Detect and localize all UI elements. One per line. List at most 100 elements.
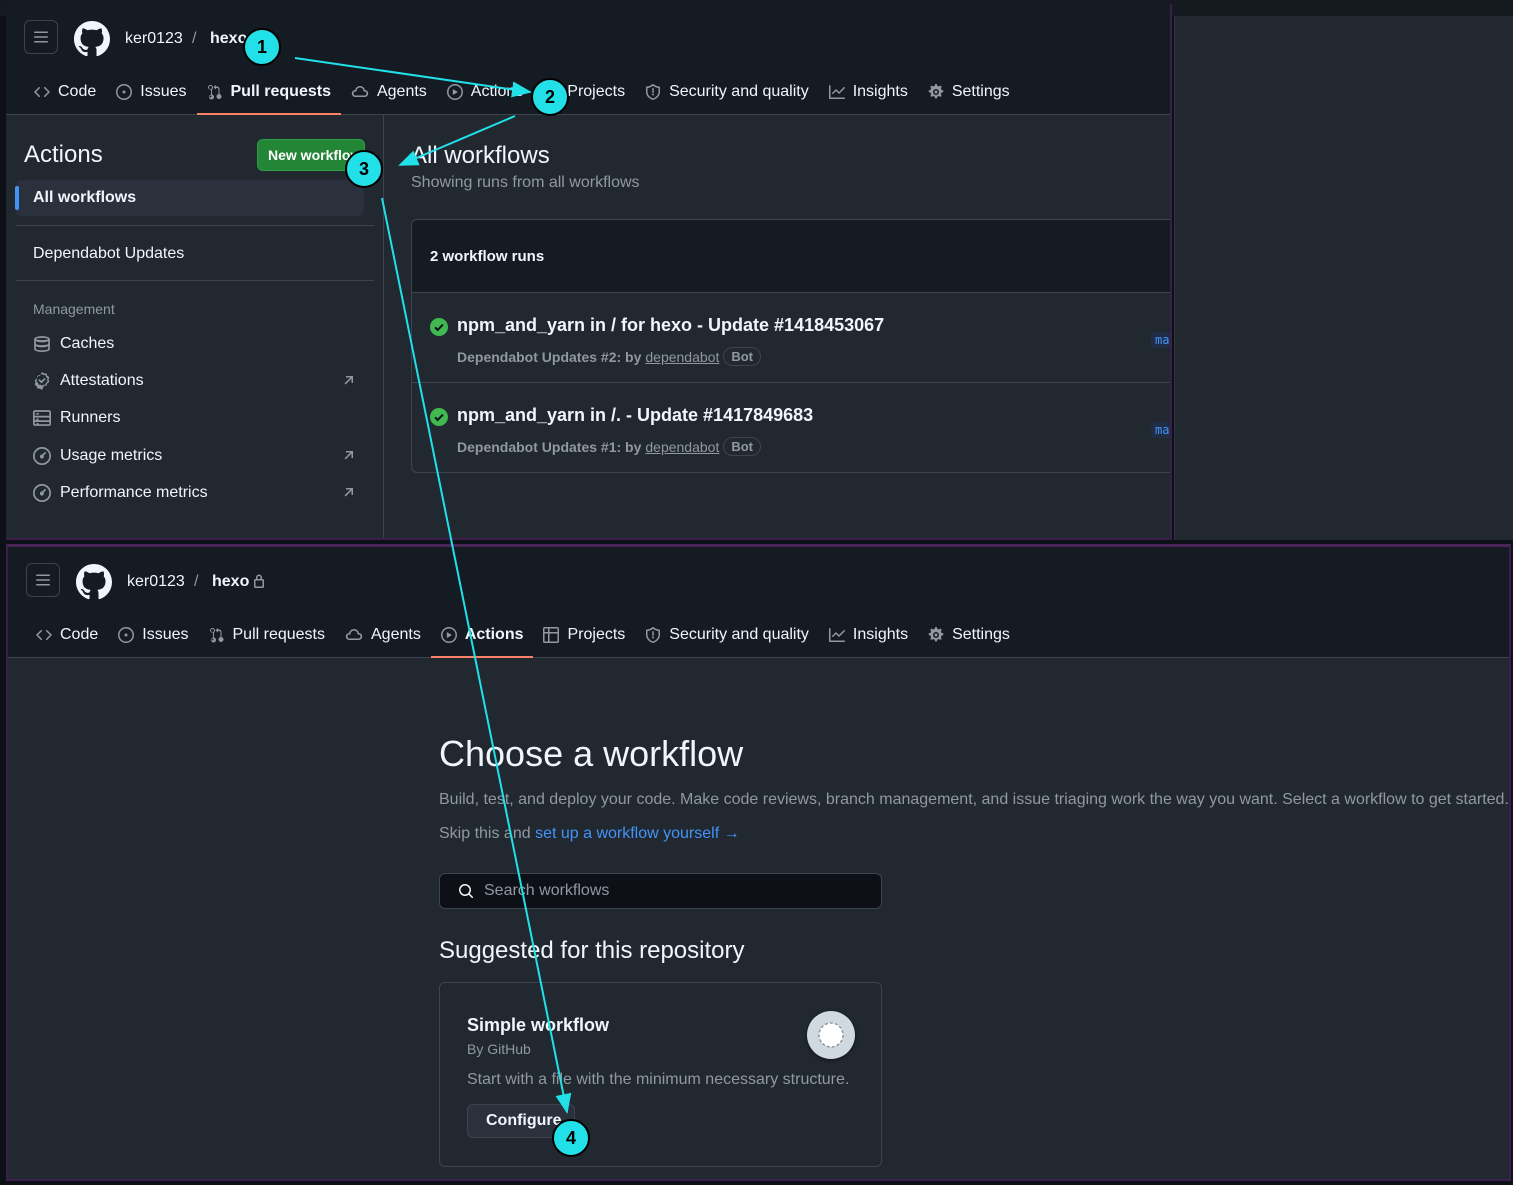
tab-settings[interactable]: Settings (918, 70, 1020, 114)
table-icon (543, 627, 560, 643)
tab-insights[interactable]: Insights (819, 613, 918, 657)
play-icon (440, 627, 457, 643)
tab-actions[interactable]: Actions (437, 70, 533, 114)
page-description: Build, test, and deploy your code. Make … (439, 791, 1509, 808)
tab-label: Settings (952, 626, 1010, 643)
table-row[interactable]: npm_and_yarn in /. - Update #1417849683 … (412, 384, 1170, 473)
tab-label: Security and quality (669, 83, 809, 100)
tab-pull-requests[interactable]: Pull requests (196, 70, 342, 115)
tab-label: Actions (470, 83, 524, 100)
tab-label: Agents (371, 626, 421, 643)
sidebar-title: Actions (24, 141, 103, 168)
shield-icon (646, 627, 661, 643)
workflow-card-description: Start with a file with the minimum neces… (467, 1071, 850, 1088)
search-input[interactable] (484, 882, 864, 900)
suggested-heading: Suggested for this repository (439, 937, 745, 964)
tab-label: Issues (140, 83, 187, 100)
owner-link[interactable]: ker0123 (125, 30, 183, 48)
search-icon (459, 884, 474, 899)
background-panel (1174, 16, 1513, 540)
tab-label: Code (58, 83, 97, 100)
skip-line: Skip this and set up a workflow yourself… (439, 825, 740, 843)
git-pull-request-icon (207, 85, 221, 100)
agent-icon (345, 629, 363, 641)
repo-link[interactable]: hexo (212, 573, 249, 591)
tab-projects[interactable]: Projects (533, 613, 635, 657)
branch-label[interactable]: ma (1151, 332, 1170, 348)
tab-label: Projects (567, 83, 626, 100)
sidebar-item-caches[interactable]: Caches (33, 329, 355, 359)
tab-security[interactable]: Security and quality (635, 613, 819, 657)
tab-issues[interactable]: Issues (106, 70, 196, 114)
sidebar-item-attestations[interactable]: Attestations (33, 366, 355, 396)
tab-label: Projects (567, 626, 626, 643)
tab-settings[interactable]: Settings (918, 613, 1020, 657)
screenshot-choose-workflow: ker0123 / hexo Code Issues Pull requests… (6, 544, 1511, 1181)
path-separator: / (192, 30, 197, 47)
github-logo-icon[interactable] (76, 564, 112, 600)
divider (16, 225, 374, 226)
tab-label: Pull requests (232, 626, 326, 643)
sidebar-item-all-workflows[interactable]: All workflows (15, 180, 364, 216)
sidebar-item-label: Attestations (60, 372, 144, 389)
tab-code[interactable]: Code (26, 613, 108, 657)
tab-pull-requests[interactable]: Pull requests (199, 613, 336, 657)
actor-link[interactable]: dependabot (645, 439, 719, 455)
repo-link[interactable]: hexo (210, 30, 247, 48)
issue-opened-icon (116, 84, 133, 100)
menu-button[interactable] (26, 563, 60, 597)
table-row[interactable]: npm_and_yarn in / for hexo - Update #141… (412, 294, 1170, 383)
page-title: All workflows (411, 142, 550, 169)
setup-yourself-link[interactable]: set up a workflow yourself (535, 825, 719, 842)
tab-label: Issues (142, 626, 189, 643)
screenshot-actions-list: ker0123 / hexo Code Issues Pull requests… (6, 4, 1172, 540)
tab-label: Insights (852, 626, 909, 643)
search-box[interactable] (439, 873, 882, 909)
branch-label[interactable]: ma (1151, 422, 1170, 438)
arrow-right-icon[interactable]: → (724, 825, 740, 842)
workflow-card-author: By GitHub (467, 1041, 531, 1057)
step-marker-4: 4 (552, 1119, 590, 1157)
step-marker-3: 3 (345, 150, 383, 188)
workflow-card: Simple workflow By GitHub Start with a f… (439, 982, 882, 1167)
bot-badge: Bot (723, 347, 762, 366)
owner-link[interactable]: ker0123 (127, 573, 185, 591)
tab-code[interactable]: Code (24, 70, 106, 114)
tab-actions[interactable]: Actions (430, 613, 534, 658)
run-meta: Dependabot Updates #2: by dependabot Bot (457, 347, 762, 366)
meter-icon (33, 484, 51, 502)
divider (16, 280, 374, 281)
github-logo-icon[interactable] (74, 21, 110, 57)
agent-icon (351, 86, 369, 98)
link-external-icon (344, 451, 353, 460)
hamburger-icon (36, 574, 50, 586)
tab-issues[interactable]: Issues (108, 613, 198, 657)
database-icon (34, 336, 50, 352)
sidebar-item-usage-metrics[interactable]: Usage metrics (33, 441, 355, 471)
check-circle-icon (430, 408, 448, 426)
gear-icon (928, 84, 944, 99)
sidebar-item-runners[interactable]: Runners (33, 403, 355, 433)
tab-agents[interactable]: Agents (335, 613, 431, 657)
workflow-runs-list: 2 workflow runs npm_and_yarn in / for he… (411, 219, 1170, 473)
issue-opened-icon (118, 627, 135, 643)
step-marker-2: 2 (531, 78, 569, 116)
tab-security[interactable]: Security and quality (635, 70, 819, 114)
menu-button[interactable] (24, 20, 58, 54)
actions-sidebar: Actions New workflow All workflows Depen… (6, 115, 384, 538)
tab-agents[interactable]: Agents (341, 70, 437, 114)
repo-nav: Code Issues Pull requests Agents Actions… (26, 613, 1020, 658)
run-title[interactable]: npm_and_yarn in / for hexo - Update #141… (457, 315, 884, 336)
sidebar-item-label: Caches (60, 335, 115, 352)
sidebar-item-performance-metrics[interactable]: Performance metrics (33, 478, 355, 508)
actor-link[interactable]: dependabot (645, 349, 719, 365)
runs-count: 2 workflow runs (412, 220, 1170, 293)
workflow-card-title: Simple workflow (467, 1015, 610, 1035)
graph-icon (828, 628, 845, 642)
sidebar-item-dependabot[interactable]: Dependabot Updates (16, 236, 364, 272)
meter-icon (33, 447, 51, 465)
sidebar-item-label: Performance metrics (60, 484, 208, 501)
run-title[interactable]: npm_and_yarn in /. - Update #1417849683 (457, 405, 813, 426)
tab-insights[interactable]: Insights (819, 70, 918, 114)
sidebar-item-label: Usage metrics (60, 447, 163, 464)
